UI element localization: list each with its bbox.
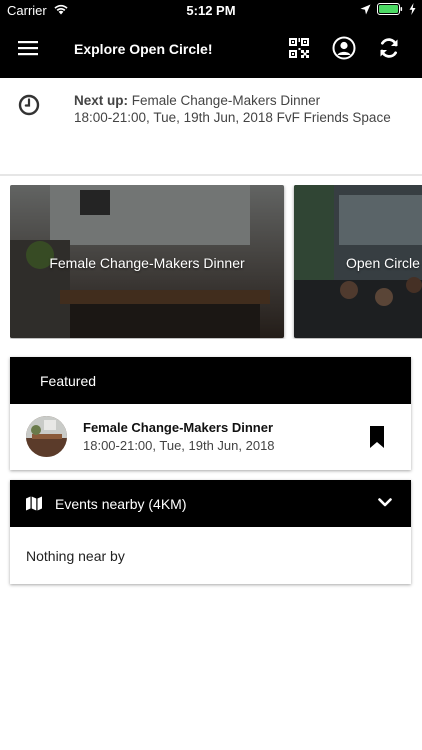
clock-label: 5:12 PM [186, 3, 236, 18]
featured-event-time: 18:00-21:00, Tue, 19th Jun, 2018 [83, 438, 275, 453]
events-nearby-header[interactable]: Events nearby (4KM) [10, 480, 411, 527]
event-card-title: Female Change-Makers Dinner [49, 255, 245, 271]
refresh-icon [378, 37, 400, 64]
bookmark-icon[interactable] [370, 426, 384, 453]
qr-code-icon [289, 37, 309, 63]
hamburger-icon [18, 40, 38, 61]
nav-title: Explore Open Circle! [74, 41, 213, 57]
events-nearby-section: Events nearby (4KM) Nothing near by [10, 480, 411, 584]
event-carousel[interactable]: Female Change-Makers Dinner Open Circle [10, 185, 422, 339]
nearby-empty-message: Nothing near by [26, 548, 125, 564]
featured-title: Featured [40, 373, 97, 389]
menu-button[interactable] [14, 36, 42, 64]
clock-icon [18, 94, 40, 121]
featured-event-thumbnail [26, 416, 67, 457]
qr-code-button[interactable] [285, 36, 313, 64]
events-nearby-title: Events nearby (4KM) [55, 496, 187, 512]
chevron-down-icon[interactable] [378, 495, 392, 511]
featured-event-title: Female Change-Makers Dinner [83, 420, 274, 435]
next-up-details: 18:00-21:00, Tue, 19th Jun, 2018 FvF Fri… [74, 110, 391, 125]
next-up-label: Next up: [74, 93, 128, 108]
profile-button[interactable] [330, 36, 358, 64]
refresh-button[interactable] [375, 36, 403, 64]
next-up-event-name: Female Change-Makers Dinner [131, 93, 321, 108]
next-up-text: Next up: Female Change-Makers Dinner 18:… [74, 92, 391, 126]
event-card-title: Open Circle [346, 255, 420, 271]
top-nav-bar: Explore Open Circle! [0, 22, 422, 78]
featured-section: Featured Female Change-Makers Dinner 18:… [10, 357, 411, 470]
location-arrow-icon [360, 3, 371, 18]
featured-header: Featured [10, 357, 411, 404]
next-up-banner[interactable]: Next up: Female Change-Makers Dinner 18:… [0, 78, 422, 176]
charging-bolt-icon [409, 3, 416, 18]
event-card[interactable]: Open Circle [294, 185, 422, 338]
status-bar: Carrier 5:12 PM [0, 0, 422, 22]
user-profile-icon [332, 36, 356, 65]
events-nearby-body: Nothing near by [10, 527, 411, 584]
battery-icon [377, 3, 403, 18]
map-icon [26, 496, 42, 514]
featured-event-row[interactable]: Female Change-Makers Dinner 18:00-21:00,… [10, 404, 411, 470]
event-card[interactable]: Female Change-Makers Dinner [10, 185, 284, 338]
